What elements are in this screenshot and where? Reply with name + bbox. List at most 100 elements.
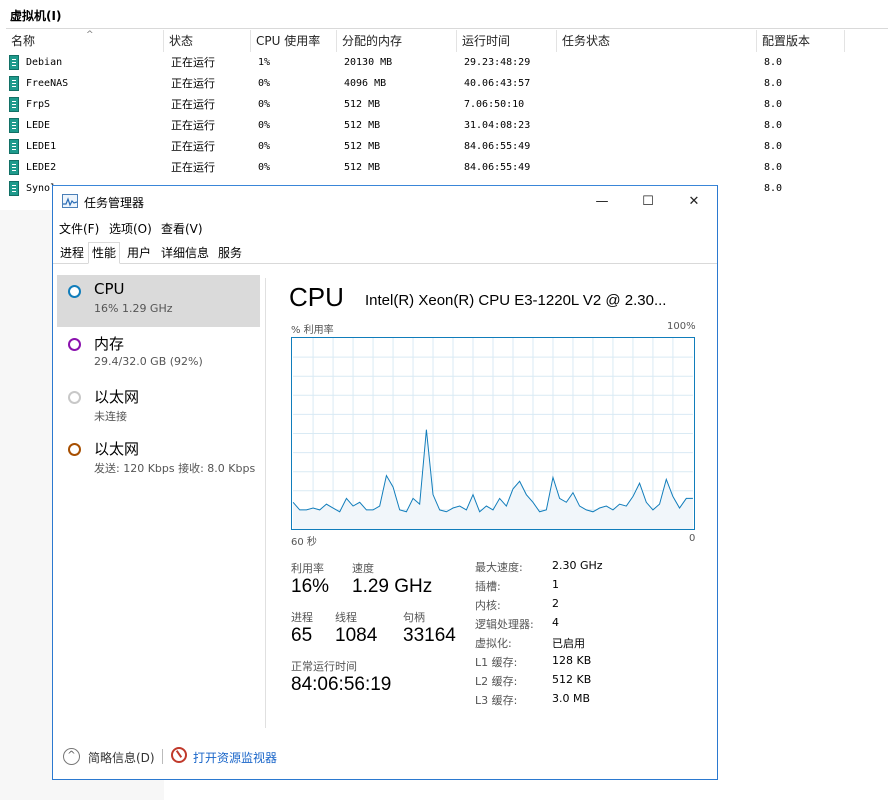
vm-cpu: 0%: [258, 99, 271, 110]
vm-table-header: 名称 ^ 状态 CPU 使用率 分配的内存 运行时间 任务状态 配置版本: [0, 30, 888, 52]
graph-ylabel: % 利用率: [291, 325, 334, 336]
vm-row[interactable]: LEDE1 正在运行 0% 512 MB 84.06:55:49 8.0: [0, 136, 888, 157]
menu-bar: 文件(F) 选项(O) 查看(V): [53, 217, 717, 239]
device-name: 以太网: [94, 388, 140, 406]
column-memory[interactable]: 分配的内存: [337, 30, 457, 52]
device-summary: 发送: 120 Kbps 接收: 8.0 Kbps: [94, 462, 256, 475]
sort-ascending-icon: ^: [86, 30, 94, 40]
vm-mem: 20130 MB: [344, 57, 393, 68]
ethernet-ring-icon: [68, 391, 81, 404]
vm-mem: 512 MB: [344, 120, 381, 131]
column-cpu[interactable]: CPU 使用率: [251, 30, 337, 52]
virtual-machine-icon: [9, 139, 19, 154]
device-ethernet-2[interactable]: 以太网 发送: 120 Kbps 接收: 8.0 Kbps: [57, 433, 260, 485]
spec-value: 512 KB: [552, 673, 592, 686]
virtual-machine-icon: [9, 76, 19, 91]
vm-version: 8.0: [764, 57, 783, 68]
vm-state: 正在运行: [171, 98, 215, 111]
title-bar[interactable]: 任务管理器 — ☐ ✕: [53, 186, 717, 217]
device-cpu[interactable]: CPU 16% 1.29 GHz: [57, 275, 260, 327]
tab-processes[interactable]: 进程: [56, 242, 88, 264]
processes-label: 进程: [291, 611, 313, 624]
vm-name: LEDE2: [26, 162, 57, 173]
spec-label: L3 缓存:: [475, 694, 518, 707]
vm-row[interactable]: FreeNAS 正在运行 0% 4096 MB 40.06:43:57 8.0: [0, 73, 888, 94]
vm-name: Debian: [26, 57, 63, 68]
column-task-status[interactable]: 任务状态: [557, 30, 757, 52]
menu-file[interactable]: 文件(F): [59, 220, 99, 237]
vm-cpu: 1%: [258, 57, 271, 68]
speed-label: 速度: [352, 562, 374, 575]
handles-value: 33164: [403, 625, 456, 646]
tab-details[interactable]: 详细信息: [157, 242, 213, 264]
spec-value: 1: [552, 578, 559, 591]
column-config-version[interactable]: 配置版本: [757, 30, 845, 52]
column-state[interactable]: 状态: [164, 30, 251, 52]
spec-value: 已启用: [552, 637, 585, 650]
tab-users[interactable]: 用户: [123, 242, 155, 264]
column-uptime[interactable]: 运行时间: [457, 30, 557, 52]
device-summary: 未连接: [94, 410, 127, 423]
vm-row[interactable]: FrpS 正在运行 0% 512 MB 7.06:50:10 8.0: [0, 94, 888, 115]
vm-mem: 512 MB: [344, 141, 381, 152]
ethernet-ring-icon: [68, 443, 81, 456]
spec-value: 4: [552, 616, 559, 629]
task-manager-icon: [62, 194, 78, 208]
threads-value: 1084: [335, 625, 378, 646]
close-button[interactable]: ✕: [671, 186, 717, 217]
device-name: CPU: [94, 280, 125, 298]
vm-version: 8.0: [764, 162, 783, 173]
cpu-ring-icon: [68, 285, 81, 298]
vm-uptime: 84.06:55:49: [464, 141, 531, 152]
vm-cpu: 0%: [258, 120, 271, 131]
graph-ymax-label: 100%: [667, 321, 696, 332]
vm-row[interactable]: LEDE 正在运行 0% 512 MB 31.04:08:23 8.0: [0, 115, 888, 136]
graph-x-end-label: 0: [689, 533, 696, 544]
spec-label: 逻辑处理器:: [475, 618, 534, 631]
vm-cpu: 0%: [258, 141, 271, 152]
spec-label: L2 缓存:: [475, 675, 518, 688]
vm-row[interactable]: Debian 正在运行 1% 20130 MB 29.23:48:29 8.0: [0, 52, 888, 73]
vm-state: 正在运行: [171, 77, 215, 90]
chevron-up-icon[interactable]: ^: [63, 748, 80, 765]
menu-options[interactable]: 选项(O): [109, 220, 152, 237]
resource-monitor-icon[interactable]: [171, 747, 187, 763]
device-ethernet-1[interactable]: 以太网 未连接: [57, 381, 260, 433]
pane-divider[interactable]: [265, 278, 266, 728]
device-name: 内存: [94, 335, 125, 353]
spec-value: 128 KB: [552, 654, 592, 667]
device-list: CPU 16% 1.29 GHz 内存 29.4/32.0 GB (92%) 以…: [53, 265, 265, 731]
vm-state: 正在运行: [171, 161, 215, 174]
vm-version: 8.0: [764, 183, 783, 194]
vm-row[interactable]: LEDE2 正在运行 0% 512 MB 84.06:55:49 8.0: [0, 157, 888, 178]
virtual-machine-icon: [9, 55, 19, 70]
vm-uptime: 84.06:55:49: [464, 162, 531, 173]
spec-label: L1 缓存:: [475, 656, 518, 669]
device-summary: 16% 1.29 GHz: [94, 302, 173, 315]
vm-state: 正在运行: [171, 56, 215, 69]
vm-name: FreeNAS: [26, 78, 69, 89]
menu-view[interactable]: 查看(V): [161, 220, 203, 237]
vm-uptime: 29.23:48:29: [464, 57, 531, 68]
utilization-label: 利用率: [291, 562, 324, 575]
vm-uptime: 40.06:43:57: [464, 78, 531, 89]
spec-label: 内核:: [475, 599, 501, 612]
vm-mem: 512 MB: [344, 99, 381, 110]
tab-performance[interactable]: 性能: [88, 242, 121, 264]
device-summary: 29.4/32.0 GB (92%): [94, 355, 203, 368]
open-resource-monitor-link[interactable]: 打开资源监视器: [193, 749, 277, 766]
vm-cpu: 0%: [258, 78, 271, 89]
spec-value: 2.30 GHz: [552, 559, 603, 572]
column-name[interactable]: 名称 ^: [6, 30, 164, 52]
device-memory[interactable]: 内存 29.4/32.0 GB (92%): [57, 328, 260, 380]
spec-label: 最大速度:: [475, 561, 523, 574]
maximize-button[interactable]: ☐: [625, 186, 671, 217]
vm-name: LEDE1: [26, 141, 57, 152]
minimize-button[interactable]: —: [579, 186, 625, 217]
spec-value: 2: [552, 597, 559, 610]
window-title: 任务管理器: [84, 196, 145, 210]
spec-label: 插槽:: [475, 580, 501, 593]
fewer-details-button[interactable]: 简略信息(D): [88, 749, 155, 766]
tab-services[interactable]: 服务: [214, 242, 246, 264]
virtual-machine-icon: [9, 160, 19, 175]
